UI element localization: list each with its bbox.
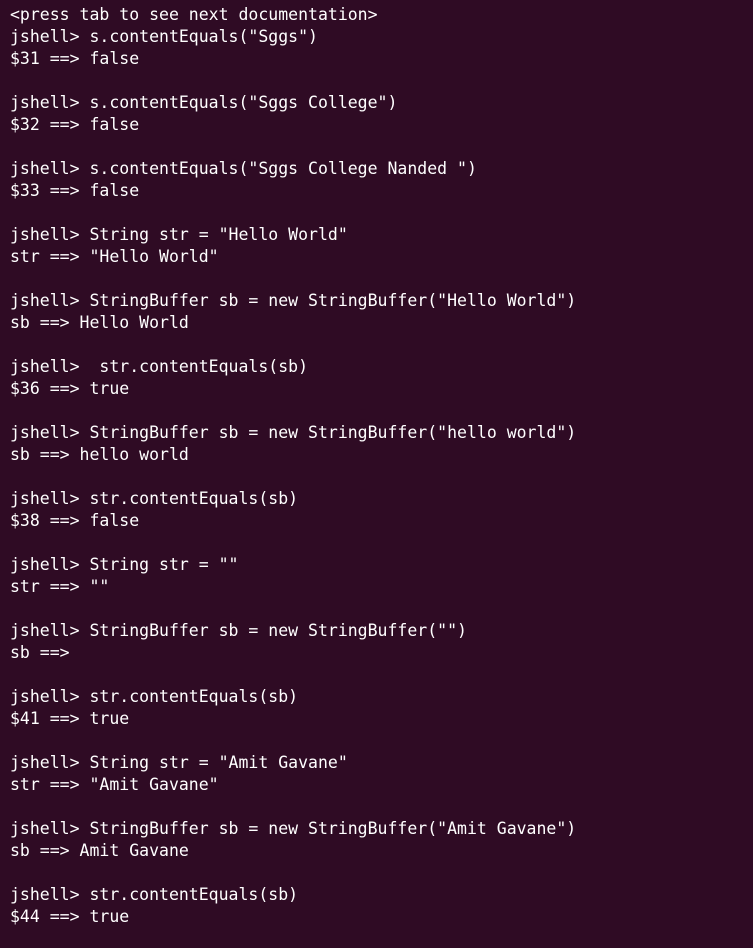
terminal-output[interactable]: <press tab to see next documentation> js… — [0, 0, 753, 948]
terminal-line: jshell> String str = "Hello World" — [10, 225, 348, 244]
terminal-line: sb ==> Amit Gavane — [10, 841, 189, 860]
terminal-line: jshell> String str = "" — [10, 555, 239, 574]
terminal-line: sb ==> — [10, 643, 70, 662]
terminal-line: sb ==> hello world — [10, 445, 189, 464]
terminal-line: $31 ==> false — [10, 49, 140, 68]
terminal-line: jshell> str.contentEquals(sb) — [10, 357, 309, 376]
terminal-line: jshell> String str = "Amit Gavane" — [10, 753, 348, 772]
terminal-line: jshell> StringBuffer sb = new StringBuff… — [10, 291, 577, 310]
terminal-line: jshell> s.contentEquals("Sggs College Na… — [10, 159, 477, 178]
terminal-line: jshell> StringBuffer sb = new StringBuff… — [10, 423, 577, 442]
terminal-line: str ==> "" — [10, 577, 110, 596]
terminal-line: $38 ==> false — [10, 511, 140, 530]
terminal-line: sb ==> Hello World — [10, 313, 189, 332]
terminal-line: str ==> "Hello World" — [10, 247, 219, 266]
terminal-line: jshell> str.contentEquals(sb) — [10, 687, 299, 706]
terminal-line: $41 ==> true — [10, 709, 130, 728]
terminal-line: jshell> s.contentEquals("Sggs") — [10, 27, 318, 46]
terminal-line: jshell> s.contentEquals("Sggs College") — [10, 93, 398, 112]
terminal-line: $44 ==> true — [10, 907, 130, 926]
terminal-line: $33 ==> false — [10, 181, 140, 200]
terminal-line: jshell> StringBuffer sb = new StringBuff… — [10, 819, 577, 838]
terminal-line: jshell> StringBuffer sb = new StringBuff… — [10, 621, 467, 640]
terminal-line: $36 ==> true — [10, 379, 130, 398]
terminal-line: str ==> "Amit Gavane" — [10, 775, 219, 794]
terminal-line: jshell> str.contentEquals(sb) — [10, 885, 299, 904]
terminal-line: $32 ==> false — [10, 115, 140, 134]
terminal-line: jshell> str.contentEquals(sb) — [10, 489, 299, 508]
terminal-line: <press tab to see next documentation> — [10, 5, 378, 24]
